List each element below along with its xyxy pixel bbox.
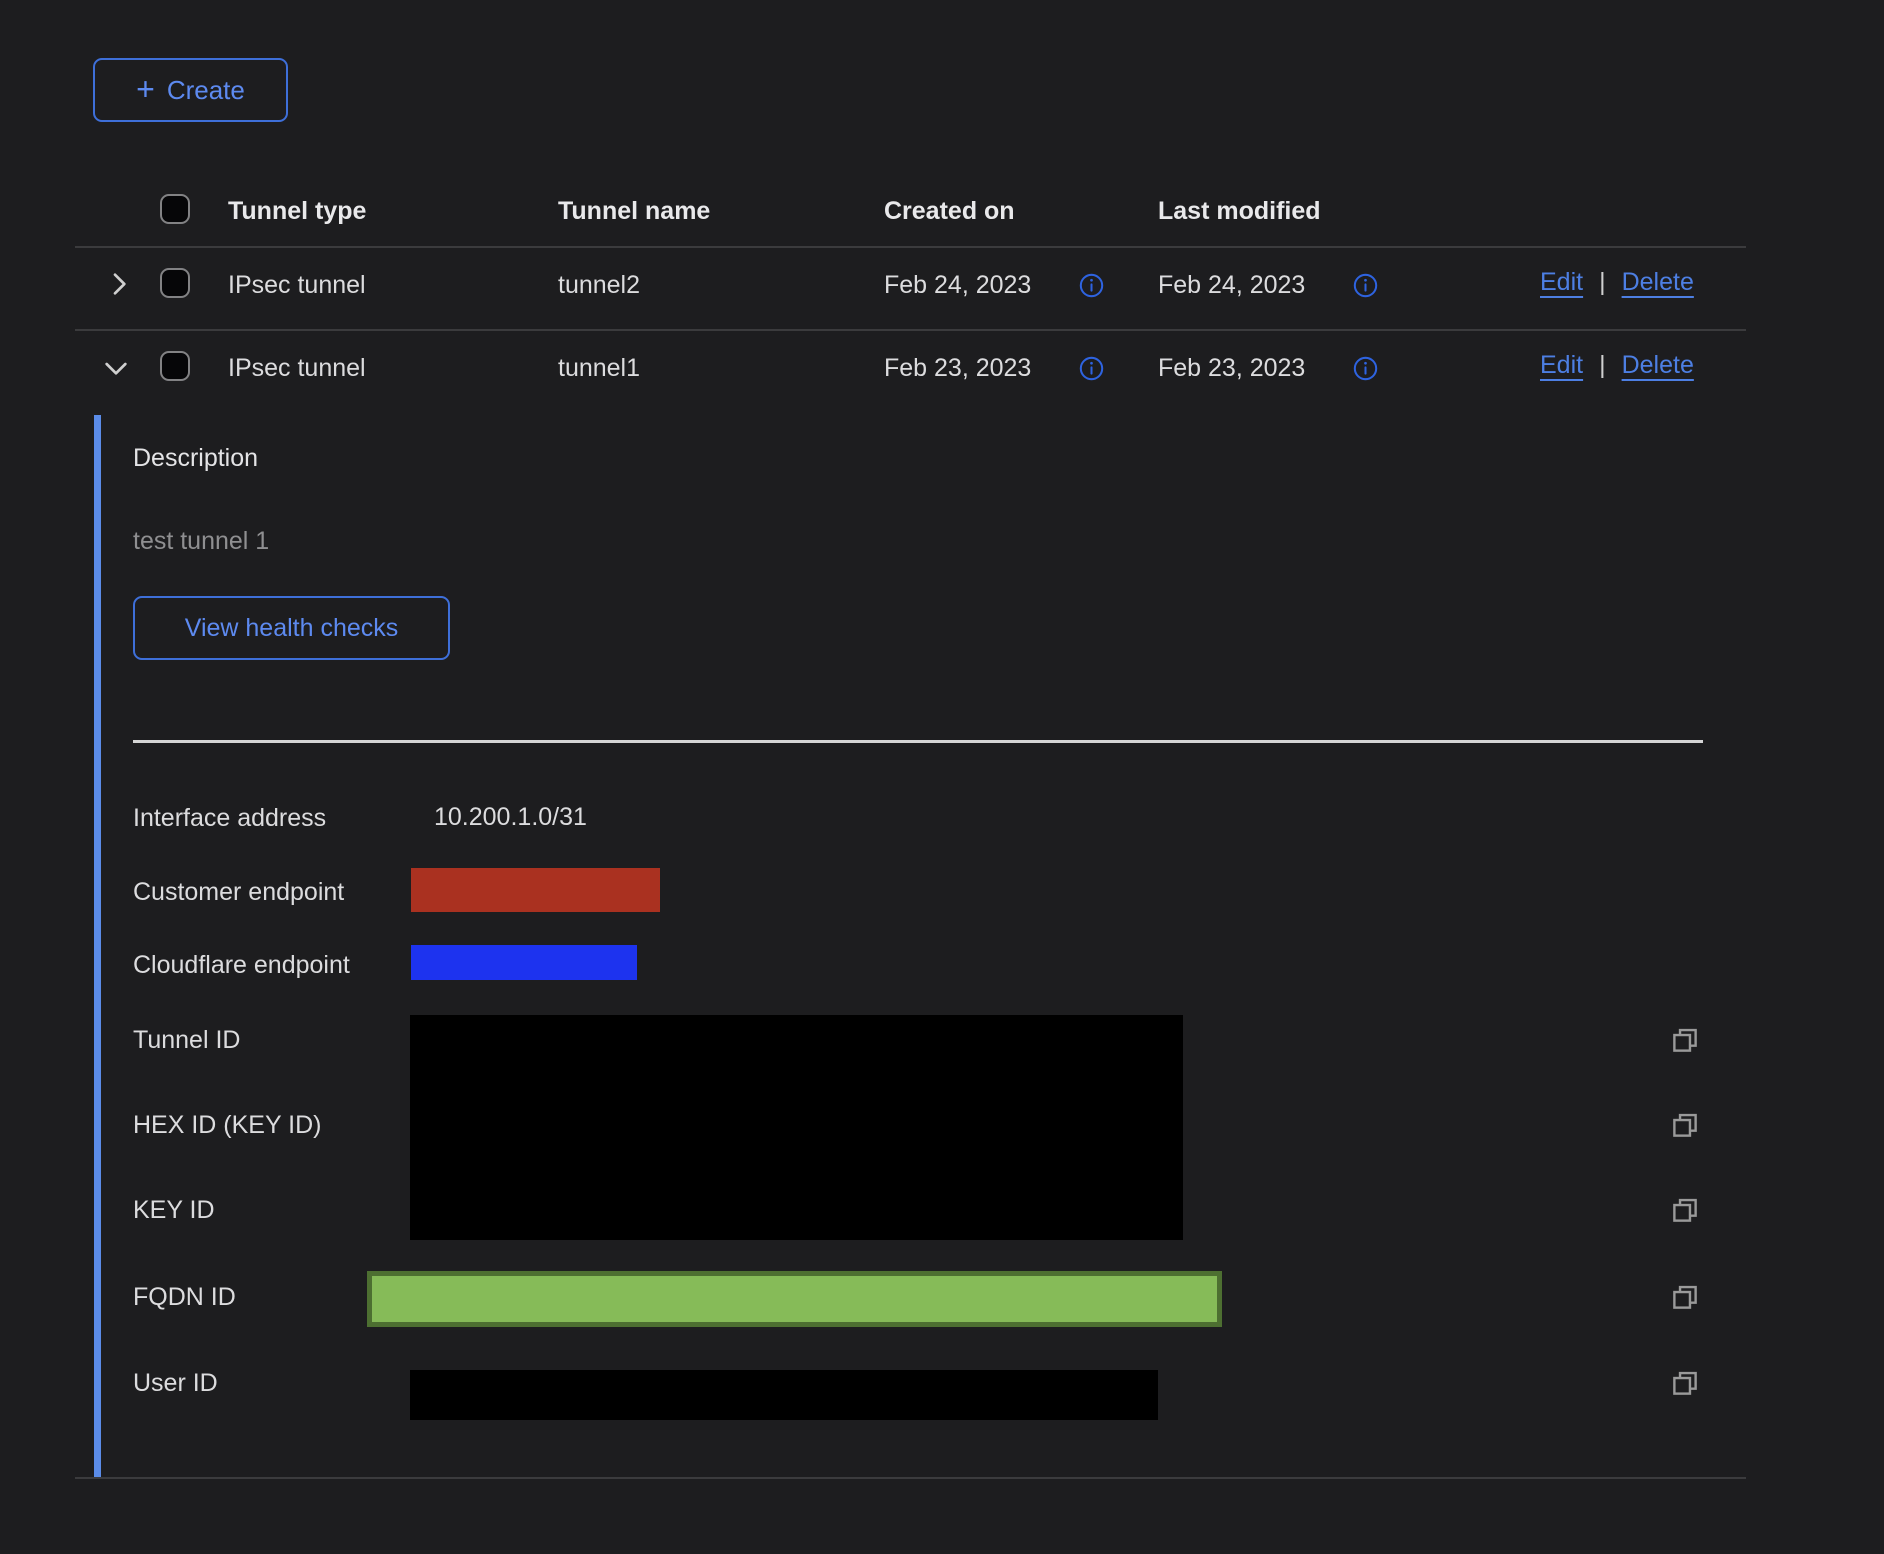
ids-redacted-value — [410, 1015, 1183, 1240]
plus-icon: + — [136, 73, 155, 105]
info-circle-icon[interactable] — [1352, 272, 1379, 299]
header-divider — [75, 246, 1746, 248]
row-actions: Edit | Delete — [1540, 351, 1694, 380]
interface-address-value: 10.200.1.0/31 — [434, 803, 587, 832]
actions-separator: | — [1599, 268, 1606, 297]
create-button[interactable]: + Create — [93, 58, 288, 122]
chevron-down-icon[interactable] — [100, 352, 132, 384]
info-circle-icon[interactable] — [1078, 272, 1105, 299]
tunnel-type-cell: IPsec tunnel — [228, 353, 366, 383]
description-text: test tunnel 1 — [133, 527, 269, 556]
select-all-checkbox[interactable] — [160, 194, 190, 224]
info-circle-icon[interactable] — [1352, 355, 1379, 382]
tunnels-page: + Create Tunnel type Tunnel name Created… — [0, 0, 1884, 1554]
interface-address-label: Interface address — [133, 803, 326, 833]
copy-icon[interactable] — [1668, 1193, 1702, 1227]
tunnel-name-cell: tunnel1 — [558, 353, 640, 383]
tunnel-name-cell: tunnel2 — [558, 270, 640, 300]
customer-endpoint-label: Customer endpoint — [133, 877, 344, 907]
column-header-created-on: Created on — [884, 196, 1015, 226]
row-actions: Edit | Delete — [1540, 268, 1694, 297]
created-on-cell: Feb 23, 2023 — [884, 353, 1031, 383]
column-header-last-modified: Last modified — [1158, 196, 1321, 226]
fqdn-id-redacted-value — [367, 1271, 1222, 1327]
user-id-redacted-value — [410, 1370, 1158, 1420]
last-modified-cell: Feb 24, 2023 — [1158, 270, 1305, 300]
chevron-right-icon[interactable] — [103, 268, 135, 300]
edit-link[interactable]: Edit — [1540, 351, 1583, 380]
description-label: Description — [133, 444, 258, 473]
copy-icon[interactable] — [1668, 1280, 1702, 1314]
row-checkbox[interactable] — [160, 351, 190, 381]
edit-link[interactable]: Edit — [1540, 268, 1583, 297]
hex-id-label: HEX ID (KEY ID) — [133, 1110, 321, 1140]
section-divider — [133, 740, 1703, 743]
key-id-label: KEY ID — [133, 1195, 215, 1225]
info-circle-icon[interactable] — [1078, 355, 1105, 382]
tunnel-type-cell: IPsec tunnel — [228, 270, 366, 300]
copy-icon[interactable] — [1668, 1366, 1702, 1400]
row-divider — [75, 329, 1746, 331]
create-button-label: Create — [167, 75, 245, 106]
cloudflare-endpoint-label: Cloudflare endpoint — [133, 950, 350, 980]
actions-separator: | — [1599, 351, 1606, 380]
column-header-tunnel-type: Tunnel type — [228, 196, 366, 226]
delete-link[interactable]: Delete — [1622, 351, 1694, 380]
copy-icon[interactable] — [1668, 1108, 1702, 1142]
expanded-row-bottom-divider — [75, 1477, 1746, 1479]
user-id-label: User ID — [133, 1368, 218, 1398]
row-checkbox[interactable] — [160, 268, 190, 298]
created-on-cell: Feb 24, 2023 — [884, 270, 1031, 300]
column-header-tunnel-name: Tunnel name — [558, 196, 710, 226]
cloudflare-endpoint-redacted-value — [411, 945, 637, 980]
view-health-checks-button[interactable]: View health checks — [133, 596, 450, 660]
last-modified-cell: Feb 23, 2023 — [1158, 353, 1305, 383]
customer-endpoint-redacted-value — [411, 868, 660, 912]
fqdn-id-label: FQDN ID — [133, 1282, 236, 1312]
delete-link[interactable]: Delete — [1622, 268, 1694, 297]
expanded-row-accent-bar — [94, 415, 101, 1477]
copy-icon[interactable] — [1668, 1023, 1702, 1057]
tunnel-id-label: Tunnel ID — [133, 1025, 240, 1055]
